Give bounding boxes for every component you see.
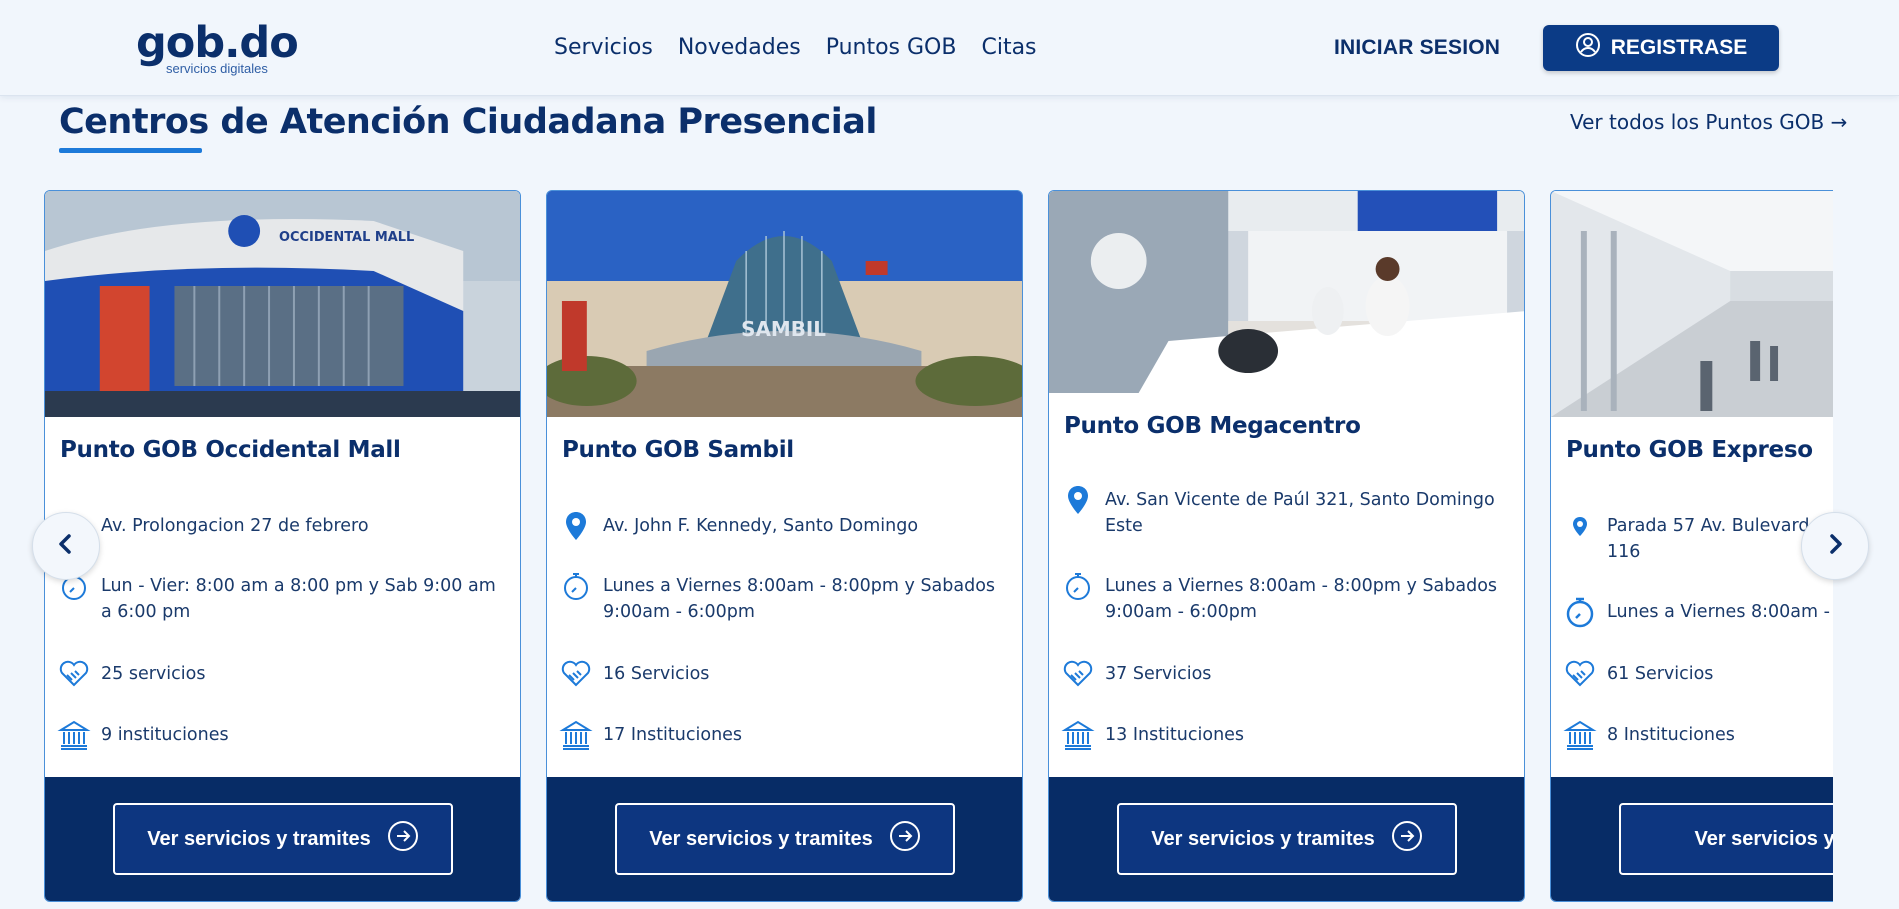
- card-footer: Ver servicios y tramites: [547, 777, 1022, 901]
- nav-puntos-gob[interactable]: Puntos GOB: [826, 34, 957, 62]
- hours-text: Lunes a Viernes 8:00am - 8:00pm y Sabado…: [1105, 576, 1498, 622]
- services-count: 61 Servicios: [1607, 664, 1714, 684]
- points-carousel: OCCIDENTAL MALL Punto GOB Occidental Mal…: [0, 190, 1833, 909]
- arrow-circle-right-icon: [387, 820, 419, 858]
- card-image: [1551, 191, 1833, 417]
- handshake-heart-icon: [1061, 657, 1095, 691]
- hours-text: Lun - Vier: 8:00 am a 8:00 pm y Sab 9:00…: [101, 576, 496, 622]
- address-text: Parada 57 Av. Bulevard E Santo Domingo E…: [1607, 516, 1833, 562]
- address-text: Av. John F. Kennedy, Santo Domingo: [603, 516, 919, 536]
- card-footer: Ver servicios y tram: [1551, 777, 1833, 901]
- services-row: 61 Servicios: [1563, 660, 1833, 691]
- register-label: REGISTRASE: [1610, 36, 1748, 59]
- view-services-label: Ver servicios y tramites: [649, 827, 873, 850]
- institution-building-icon: [1563, 718, 1597, 752]
- sambil-sign-text: SAMBIL: [741, 317, 826, 341]
- arrow-circle-right-icon: [1391, 820, 1423, 858]
- view-services-label: Ver servicios y tram: [1694, 827, 1833, 850]
- address-row: Av. John F. Kennedy, Santo Domingo: [559, 512, 1012, 543]
- hours-text: Lunes a Viernes 8:00am -: [1607, 602, 1830, 622]
- view-services-button[interactable]: Ver servicios y tramites: [113, 803, 453, 875]
- carousel-next-button[interactable]: [1801, 512, 1869, 580]
- card-footer: Ver servicios y tramites: [45, 777, 520, 901]
- site-header: gob.do servicios digitales Servicios Nov…: [0, 0, 1899, 96]
- address-row: Av. San Vicente de Paúl 321, Santo Domin…: [1061, 486, 1514, 539]
- services-count: 37 Servicios: [1105, 664, 1212, 684]
- address-text: Av. San Vicente de Paúl 321, Santo Domin…: [1105, 490, 1495, 536]
- arrow-right-icon: →: [1830, 110, 1848, 134]
- card-title: Punto GOB Expreso: [1566, 437, 1813, 463]
- title-underline: [59, 148, 202, 153]
- nav-novedades[interactable]: Novedades: [678, 34, 801, 62]
- chevron-left-icon: [53, 531, 79, 562]
- services-row: 37 Servicios: [1061, 660, 1514, 691]
- logo-text: gob.do: [136, 18, 299, 68]
- card-occidental-mall: OCCIDENTAL MALL Punto GOB Occidental Mal…: [44, 190, 521, 902]
- institutions-count: 8 Instituciones: [1607, 725, 1735, 745]
- section-title: Centros de Atención Ciudadana Presencial: [59, 102, 877, 142]
- nav-servicios[interactable]: Servicios: [554, 34, 653, 62]
- hours-row: Lunes a Viernes 8:00am - 8:00pm y Sabado…: [1061, 573, 1514, 625]
- stopwatch-icon: [1061, 569, 1095, 603]
- card-title: Punto GOB Sambil: [562, 437, 794, 463]
- institution-building-icon: [57, 718, 91, 752]
- address-row: Parada 57 Av. Bulevard E Santo Domingo E…: [1563, 513, 1833, 565]
- card-megacentro: Punto GOB Megacentro Av. San Vicente de …: [1048, 190, 1525, 902]
- card-image: SAMBIL: [547, 191, 1022, 417]
- card-footer: Ver servicios y tramites: [1049, 777, 1524, 901]
- location-pin-icon: [559, 509, 593, 543]
- user-icon: [1575, 32, 1601, 64]
- see-all-link[interactable]: Ver todos los Puntos GOB →: [1570, 110, 1847, 134]
- view-services-button[interactable]: Ver servicios y tramites: [615, 803, 955, 875]
- institutions-row: 13 Instituciones: [1061, 720, 1514, 752]
- institutions-count: 9 instituciones: [101, 725, 229, 745]
- services-row: 25 servicios: [57, 660, 510, 691]
- gob-logo[interactable]: gob.do servicios digitales: [136, 18, 299, 76]
- card-sambil: SAMBIL Punto GOB Sambil Av. John F. Kenn…: [546, 190, 1023, 902]
- card-image: OCCIDENTAL MALL: [45, 191, 520, 417]
- login-link[interactable]: INICIAR SESION: [1334, 36, 1500, 60]
- view-services-button[interactable]: Ver servicios y tram: [1619, 803, 1833, 875]
- carousel-prev-button[interactable]: [32, 512, 100, 580]
- stopwatch-icon: [1563, 595, 1597, 629]
- chevron-right-icon: [1822, 531, 1848, 562]
- view-services-button[interactable]: Ver servicios y tramites: [1117, 803, 1457, 875]
- institutions-count: 17 Instituciones: [603, 725, 743, 745]
- handshake-heart-icon: [559, 657, 593, 691]
- mall-sign-text: OCCIDENTAL MALL: [279, 230, 414, 245]
- address-row: Av. Prolongacion 27 de febrero: [57, 513, 510, 543]
- address-text: Av. Prolongacion 27 de febrero: [101, 516, 369, 536]
- main-nav: Servicios Novedades Puntos GOB Citas: [554, 34, 1062, 62]
- services-count: 16 Servicios: [603, 664, 710, 684]
- card-expreso: Punto GOB Expreso Parada 57 Av. Bulevard…: [1550, 190, 1833, 902]
- card-title: Punto GOB Occidental Mall: [60, 437, 401, 463]
- institution-building-icon: [559, 718, 593, 752]
- location-pin-icon: [1563, 509, 1597, 543]
- hours-row: Lun - Vier: 8:00 am a 8:00 pm y Sab 9:00…: [57, 573, 510, 625]
- register-button[interactable]: REGISTRASE: [1543, 25, 1779, 71]
- hours-row: Lunes a Viernes 8:00am - 8:00pm y Sabado…: [559, 573, 1012, 625]
- nav-citas[interactable]: Citas: [981, 34, 1036, 62]
- institution-building-icon: [1061, 718, 1095, 752]
- location-pin-icon: [1061, 483, 1095, 517]
- card-image: [1049, 191, 1524, 393]
- stopwatch-icon: [559, 569, 593, 603]
- view-services-label: Ver servicios y tramites: [147, 827, 371, 850]
- services-count: 25 servicios: [101, 664, 206, 684]
- arrow-circle-right-icon: [889, 820, 921, 858]
- institutions-row: 9 instituciones: [57, 720, 510, 752]
- see-all-label: Ver todos los Puntos GOB: [1570, 110, 1825, 134]
- handshake-heart-icon: [57, 657, 91, 691]
- card-title: Punto GOB Megacentro: [1064, 413, 1361, 439]
- view-services-label: Ver servicios y tramites: [1151, 827, 1375, 850]
- institutions-row: 8 Instituciones: [1563, 720, 1833, 752]
- hours-text: Lunes a Viernes 8:00am - 8:00pm y Sabado…: [603, 576, 996, 622]
- services-row: 16 Servicios: [559, 660, 1012, 691]
- hours-row: Lunes a Viernes 8:00am -: [1563, 597, 1833, 629]
- institutions-row: 17 Instituciones: [559, 720, 1012, 752]
- institutions-count: 13 Instituciones: [1105, 725, 1245, 745]
- handshake-heart-icon: [1563, 657, 1597, 691]
